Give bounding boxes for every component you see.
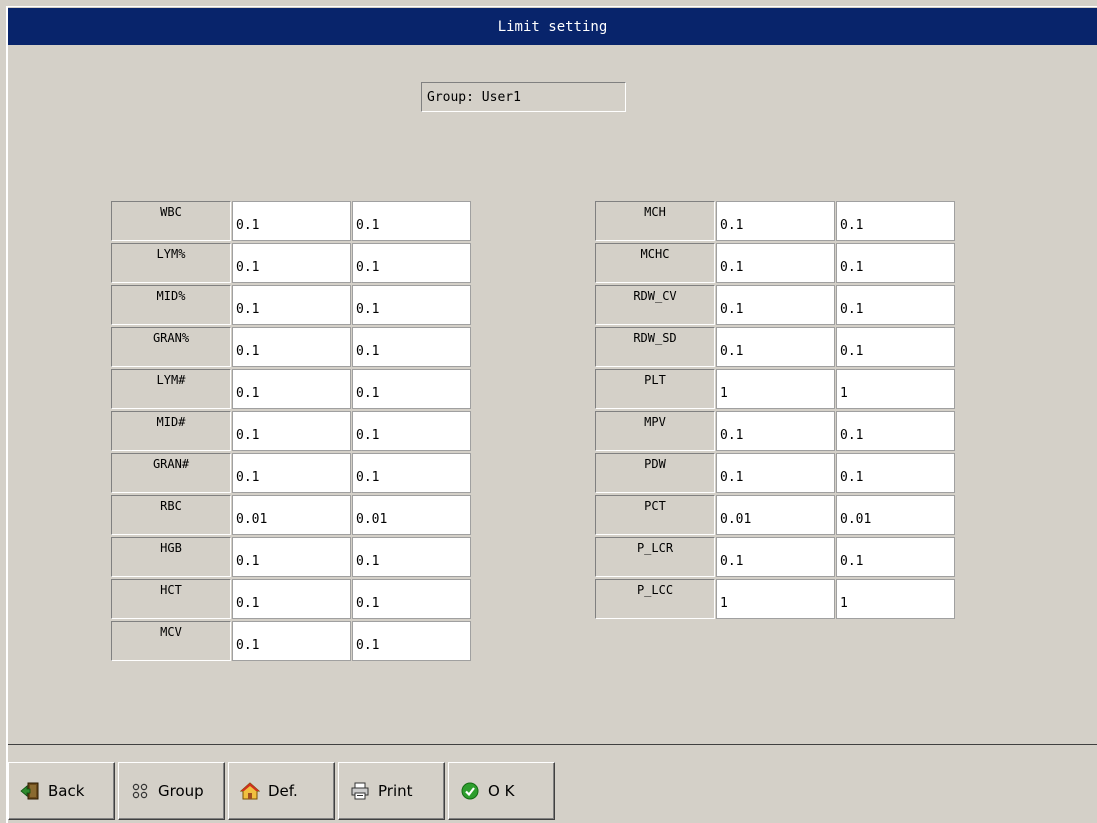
upper-limit-field[interactable]: 0.1 — [352, 411, 471, 451]
upper-limit-field[interactable]: 0.01 — [836, 495, 955, 535]
back-button[interactable]: Back — [8, 762, 115, 820]
parameter-label: WBC — [111, 201, 231, 241]
lower-limit-field[interactable]: 0.01 — [232, 495, 351, 535]
parameter-label: P_LCC — [595, 579, 715, 619]
upper-limit-field[interactable]: 0.01 — [352, 495, 471, 535]
toolbar-separator — [8, 744, 1097, 745]
upper-limit-field[interactable]: 0.1 — [836, 285, 955, 325]
upper-limit-field[interactable]: 0.1 — [352, 621, 471, 661]
check-circle-icon — [460, 781, 480, 801]
upper-limit-field[interactable]: 0.1 — [352, 369, 471, 409]
lower-limit-field[interactable]: 0.1 — [232, 201, 351, 241]
parameter-label: PDW — [595, 453, 715, 493]
ok-label: O K — [488, 782, 515, 800]
lower-limit-field[interactable]: 0.1 — [232, 327, 351, 367]
lower-limit-field[interactable]: 0.1 — [232, 285, 351, 325]
back-label: Back — [48, 782, 85, 800]
window-frame-left — [6, 6, 8, 823]
upper-limit-field[interactable]: 0.1 — [352, 201, 471, 241]
upper-limit-field[interactable]: 0.1 — [836, 243, 955, 283]
lower-limit-field[interactable]: 0.1 — [232, 537, 351, 577]
upper-limit-field[interactable]: 0.1 — [836, 411, 955, 451]
parameter-label: PCT — [595, 495, 715, 535]
lower-limit-field[interactable]: 0.1 — [232, 579, 351, 619]
lower-limit-field[interactable]: 0.1 — [716, 411, 835, 451]
print-label: Print — [378, 782, 413, 800]
group-label: Group — [158, 782, 204, 800]
upper-limit-field[interactable]: 0.1 — [836, 327, 955, 367]
parameter-label: PLT — [595, 369, 715, 409]
lower-limit-field[interactable]: 0.01 — [716, 495, 835, 535]
lower-limit-field[interactable]: 0.1 — [716, 537, 835, 577]
upper-limit-field[interactable]: 0.1 — [352, 453, 471, 493]
lower-limit-field[interactable]: 1 — [716, 369, 835, 409]
upper-limit-field[interactable]: 0.1 — [352, 285, 471, 325]
upper-limit-field[interactable]: 1 — [836, 369, 955, 409]
parameter-label: GRAN% — [111, 327, 231, 367]
parameter-label: HGB — [111, 537, 231, 577]
print-button[interactable]: Print — [338, 762, 445, 820]
lower-limit-field[interactable]: 0.1 — [232, 369, 351, 409]
group-button[interactable]: Group — [118, 762, 225, 820]
lower-limit-field[interactable]: 0.1 — [232, 243, 351, 283]
upper-limit-field[interactable]: 0.1 — [836, 453, 955, 493]
ok-button[interactable]: O K — [448, 762, 555, 820]
lower-limit-field[interactable]: 0.1 — [716, 201, 835, 241]
upper-limit-field[interactable]: 0.1 — [352, 537, 471, 577]
bottom-toolbar: Back Group Def. Print O K — [8, 746, 1097, 823]
parameter-label: MCHC — [595, 243, 715, 283]
parameter-label: LYM# — [111, 369, 231, 409]
parameter-label: MPV — [595, 411, 715, 451]
default-button[interactable]: Def. — [228, 762, 335, 820]
lower-limit-field[interactable]: 0.1 — [232, 621, 351, 661]
group-indicator-text: Group: User1 — [427, 89, 521, 105]
default-label: Def. — [268, 782, 298, 800]
limit-table-right: MCH 0.1 0.1 MCHC 0.1 0.1 RDW_CV 0.1 0.1 RDW_SD 0.1… — [595, 201, 957, 629]
printer-icon — [350, 781, 370, 801]
limit-table-left: WBC 0.1 0.1 LYM% 0.1 0.1 MID% 0.1 0.1 GRAN% 0.1 0.1… — [111, 201, 473, 670]
parameter-label: MCH — [595, 201, 715, 241]
upper-limit-field[interactable]: 0.1 — [352, 243, 471, 283]
lower-limit-field[interactable]: 1 — [716, 579, 835, 619]
parameter-label: MID# — [111, 411, 231, 451]
upper-limit-field[interactable]: 0.1 — [352, 327, 471, 367]
parameter-label: HCT — [111, 579, 231, 619]
parameter-label: RDW_CV — [595, 285, 715, 325]
lower-limit-field[interactable]: 0.1 — [232, 453, 351, 493]
lower-limit-field[interactable]: 0.1 — [716, 453, 835, 493]
upper-limit-field[interactable]: 0.1 — [836, 201, 955, 241]
grid-dots-icon — [130, 781, 150, 801]
parameter-label: RBC — [111, 495, 231, 535]
lower-limit-field[interactable]: 0.1 — [716, 285, 835, 325]
upper-limit-field[interactable]: 1 — [836, 579, 955, 619]
window-title-text: Limit setting — [497, 18, 608, 35]
home-icon — [240, 781, 260, 801]
parameter-label: P_LCR — [595, 537, 715, 577]
window-title: Limit setting — [8, 8, 1097, 45]
lower-limit-field[interactable]: 0.1 — [716, 327, 835, 367]
parameter-label: RDW_SD — [595, 327, 715, 367]
parameter-label: LYM% — [111, 243, 231, 283]
lower-limit-field[interactable]: 0.1 — [716, 243, 835, 283]
lower-limit-field[interactable]: 0.1 — [232, 411, 351, 451]
parameter-label: MCV — [111, 621, 231, 661]
upper-limit-field[interactable]: 0.1 — [352, 579, 471, 619]
window-frame-top — [6, 6, 1097, 7]
upper-limit-field[interactable]: 0.1 — [836, 537, 955, 577]
parameter-label: MID% — [111, 285, 231, 325]
group-indicator: Group: User1 — [421, 82, 626, 112]
exit-door-icon — [20, 781, 40, 801]
parameter-label: GRAN# — [111, 453, 231, 493]
